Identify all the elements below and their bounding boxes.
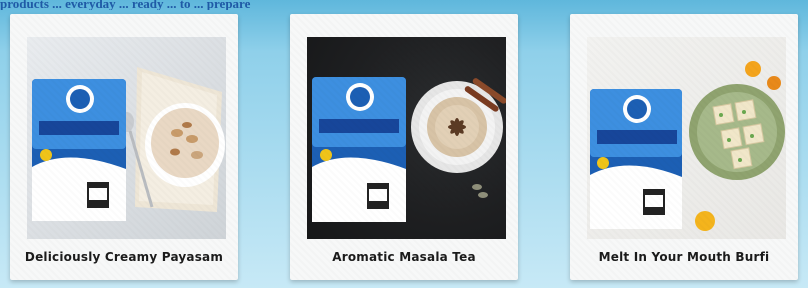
- recipe-card-burfi[interactable]: Melt In Your Mouth Burfi: [570, 14, 798, 280]
- header-partial-text: products ... everyday ... ready ... to .…: [0, 0, 251, 10]
- caption-masala-tea: Aromatic Masala Tea: [332, 250, 476, 264]
- recipe-photo-masala-tea: [307, 37, 506, 239]
- caption-payasam: Deliciously Creamy Payasam: [24, 250, 224, 264]
- caption-burfi: Melt In Your Mouth Burfi: [598, 250, 770, 264]
- recipe-card-payasam[interactable]: Deliciously Creamy Payasam: [10, 14, 238, 280]
- recipe-photo-payasam: [27, 37, 226, 239]
- recipe-card-masala-tea[interactable]: Aromatic Masala Tea: [290, 14, 518, 280]
- recipe-photo-burfi: [587, 37, 786, 239]
